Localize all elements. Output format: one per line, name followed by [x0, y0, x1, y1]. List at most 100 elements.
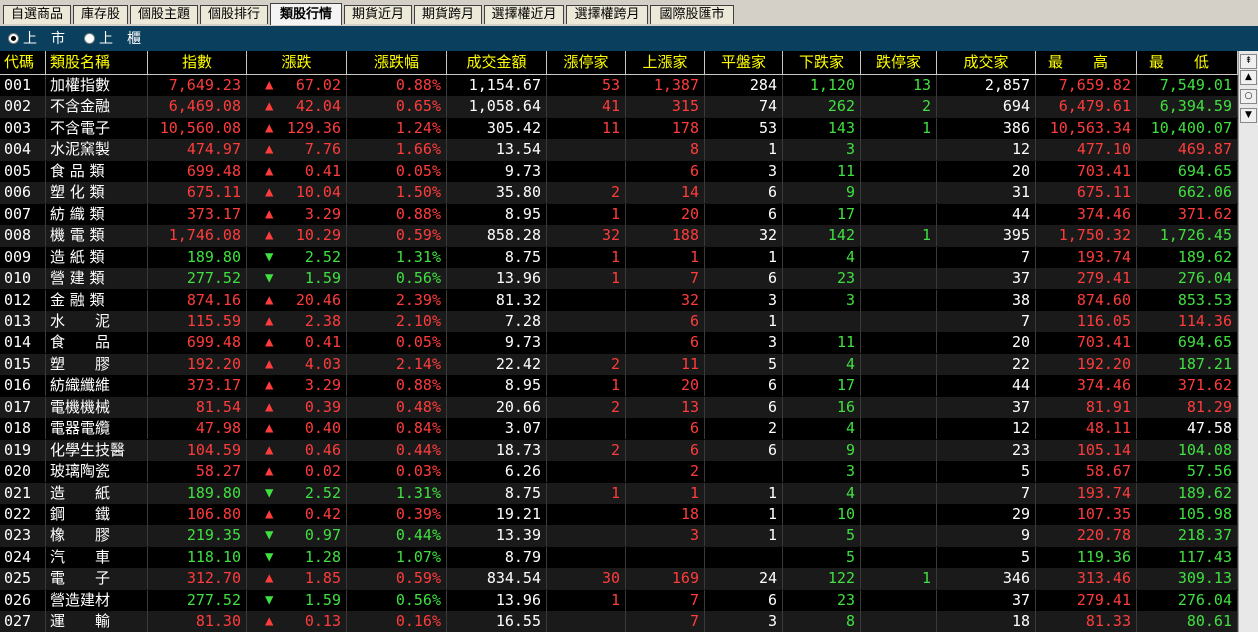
cell-index-value: 81.30 — [195, 612, 241, 631]
tab-international[interactable]: 國際股匯市 — [650, 5, 734, 24]
table-row[interactable]: 006 塑 化 類 675.11 ▲ 10.04 1.50% 35.80 2 14 6 9 31 675… — [0, 182, 1238, 204]
radio-otc-indicator[interactable] — [84, 32, 95, 44]
cell-limit-down-value: 1 — [921, 226, 931, 245]
tab-watchlist[interactable]: 自選商品 — [3, 5, 71, 24]
tab-inventory[interactable]: 庫存股 — [73, 5, 128, 24]
down-arrow-icon: ▼ — [265, 248, 274, 265]
cell-high: 374.46 — [1036, 375, 1137, 397]
cell-name-value: 塑 化 類 — [50, 183, 105, 202]
down-arrow-icon: ▼ — [265, 484, 274, 501]
col-header-amount[interactable]: 成交金額 — [447, 51, 547, 74]
radio-listed-indicator[interactable] — [8, 32, 19, 44]
scroll-down-icon[interactable]: ▼ — [1240, 108, 1257, 123]
scroll-top-icon[interactable]: ⇞ — [1240, 54, 1257, 69]
cell-code: 014 — [0, 332, 46, 354]
cell-up-value: 169 — [671, 569, 699, 588]
cell-change-value: 0.42 — [304, 505, 341, 523]
cell-traded: 346 — [937, 568, 1036, 590]
table-row[interactable]: 012 金 融 類 874.16 ▲ 20.46 2.39% 81.32 32 3 3 38 874.… — [0, 289, 1238, 311]
scroll-thumb-icon[interactable]: ○ — [1240, 89, 1257, 104]
cell-change-pct: 0.44% — [347, 525, 447, 547]
cell-limit-up — [547, 160, 626, 182]
table-row[interactable]: 017 電機機械 81.54 ▲ 0.39 0.48% 20.66 2 13 6 16 37 81.91… — [0, 396, 1238, 419]
scroll-up-icon[interactable]: ▲ — [1240, 70, 1257, 85]
col-header-low[interactable]: 最 低 — [1137, 51, 1238, 74]
cell-index-value: 104.59 — [186, 440, 241, 459]
tab-futures-near[interactable]: 期貨近月 — [344, 5, 412, 24]
cell-limit-down — [861, 353, 937, 375]
table-row[interactable]: 002 不含金融 6,469.08 ▲ 42.04 0.65% 1,058.64 41 315 7… — [0, 96, 1238, 118]
cell-down-value: 142 — [827, 226, 855, 245]
cell-change-value: 0.40 — [304, 419, 341, 438]
cell-limit-down — [861, 332, 937, 354]
cell-code-value: 014 — [4, 333, 32, 352]
col-header-index[interactable]: 指數 — [148, 51, 247, 74]
table-row[interactable]: 025 電 子 312.70 ▲ 1.85 0.59% 834.54 30 169 24 122 1 3… — [0, 568, 1238, 590]
cell-high: 81.91 — [1036, 396, 1137, 418]
table-row[interactable]: 024 汽 車 118.10 ▼ 1.28 1.07% 8.79 5 5 119.36 117.43 — [0, 546, 1238, 568]
vertical-scrollbar[interactable]: ⇞ ▲ ○ ▼ — [1238, 51, 1258, 632]
cell-index: 219.35 — [148, 525, 247, 547]
radio-listed[interactable]: 上 市 — [8, 30, 65, 47]
table-row[interactable]: 023 橡 膠 219.35 ▼ 0.97 0.44% 13.39 3 1 5 9 220.78 218… — [0, 525, 1238, 547]
cell-down-value: 3 — [845, 140, 855, 159]
table-row[interactable]: 009 造 紙 類 189.80 ▼ 2.52 1.31% 8.75 1 1 1 4 7 193.74 1… — [0, 246, 1238, 268]
col-header-traded[interactable]: 成交家 — [937, 51, 1036, 74]
table-row[interactable]: 019 化學生技醫 104.59 ▲ 0.46 0.44% 18.73 2 6 6 9 23 105.1… — [0, 439, 1238, 462]
tab-stock-theme[interactable]: 個股主題 — [130, 5, 198, 24]
cell-high-value: 116.05 — [1076, 311, 1131, 330]
tab-options-near[interactable]: 選擇權近月 — [484, 5, 564, 24]
col-header-name[interactable]: 類股名稱 — [46, 51, 148, 74]
cell-traded-value: 7 — [1020, 311, 1030, 330]
cell-flat: 1 — [705, 139, 783, 161]
table-row[interactable]: 018 電器電纜 47.98 ▲ 0.40 0.84% 3.07 6 2 4 12 48.11 47.5… — [0, 418, 1238, 440]
cell-flat-value: 6 — [767, 376, 777, 395]
cell-index: 58.27 — [148, 461, 247, 483]
table-row[interactable]: 026 營造建材 277.52 ▼ 1.59 0.56% 13.96 1 7 6 23 37 279.4… — [0, 589, 1238, 611]
table-row[interactable]: 014 食 品 699.48 ▲ 0.41 0.05% 9.73 6 3 11 20 703.41 69… — [0, 332, 1238, 354]
col-header-limit-up[interactable]: 漲停家 — [547, 51, 626, 74]
table-row[interactable]: 005 食 品 類 699.48 ▲ 0.41 0.05% 9.73 6 3 11 20 703.41… — [0, 160, 1238, 182]
col-header-limit-down[interactable]: 跌停家 — [861, 51, 937, 74]
cell-change-pct-value: 1.66% — [395, 140, 441, 159]
col-header-high[interactable]: 最 高 — [1036, 51, 1137, 74]
cell-down-value: 4 — [845, 354, 855, 373]
cell-index: 699.48 — [148, 332, 247, 354]
col-header-flat[interactable]: 平盤家 — [705, 51, 783, 74]
cell-high-value: 675.11 — [1076, 183, 1131, 202]
table-row[interactable]: 004 水泥窯製 474.97 ▲ 7.76 1.66% 13.54 8 1 3 12 477.10 4… — [0, 139, 1238, 161]
cell-amount: 8.75 — [447, 482, 547, 504]
table-row[interactable]: 016 紡織纖維 373.17 ▲ 3.29 0.88% 8.95 1 20 6 17 44 374.4… — [0, 375, 1238, 397]
cell-code-value: 013 — [4, 311, 32, 330]
col-header-up[interactable]: 上漲家 — [626, 51, 705, 74]
cell-traded-value: 5 — [1020, 547, 1030, 566]
table-row[interactable]: 013 水 泥 115.59 ▲ 2.38 2.10% 7.28 6 1 7 116.05 114.3… — [0, 310, 1238, 333]
cell-limit-up — [547, 525, 626, 547]
table-row[interactable]: 001 加權指數 7,649.23 ▲ 67.02 0.88% 1,154.67 53 1,38… — [0, 75, 1238, 96]
table-row[interactable]: 027 運 輸 81.30 ▲ 0.13 0.16% 16.55 7 3 8 18 81.33 80.6… — [0, 611, 1238, 632]
cell-up: 6 — [626, 439, 705, 461]
table-row[interactable]: 021 造 紙 189.80 ▼ 2.52 1.31% 8.75 1 1 1 4 7 193.74 189… — [0, 482, 1238, 504]
table-row[interactable]: 007 紡 織 類 373.17 ▲ 3.29 0.88% 8.95 1 20 6 17 44 374.… — [0, 203, 1238, 225]
table-row[interactable]: 022 鋼 鐵 106.80 ▲ 0.42 0.39% 19.21 18 1 10 29 107.35… — [0, 504, 1238, 525]
cell-change: ▲ 0.41 — [247, 160, 347, 182]
table-row[interactable]: 008 機 電 類 1,746.08 ▲ 10.29 0.59% 858.28 32 188 32… — [0, 225, 1238, 247]
col-header-code[interactable]: 代碼 — [0, 51, 46, 74]
tab-futures-spread[interactable]: 期貨跨月 — [414, 5, 482, 24]
tab-options-spread[interactable]: 選擇權跨月 — [566, 5, 648, 24]
radio-otc[interactable]: 上 櫃 — [84, 30, 141, 47]
cell-amount-value: 8.95 — [504, 204, 541, 223]
tab-sector-quotes[interactable]: 類股行情 — [270, 3, 342, 25]
table-row[interactable]: 020 玻璃陶瓷 58.27 ▲ 0.02 0.03% 6.26 2 3 5 58.67 57.56 — [0, 461, 1238, 483]
col-header-change[interactable]: 漲跌 — [247, 51, 347, 74]
col-header-down[interactable]: 下跌家 — [783, 51, 861, 74]
table-row[interactable]: 010 營 建 類 277.52 ▼ 1.59 0.56% 13.96 1 7 6 23 37 279.… — [0, 268, 1238, 290]
tab-stock-ranking[interactable]: 個股排行 — [200, 5, 268, 24]
cell-high: 105.14 — [1036, 439, 1137, 461]
cell-code-value: 010 — [4, 269, 32, 288]
cell-high-value: 477.10 — [1076, 140, 1131, 159]
col-header-change-pct[interactable]: 漲跌幅 — [347, 51, 447, 74]
table-row[interactable]: 003 不含電子 10,560.08 ▲ 129.36 1.24% 305.42 11 178 5… — [0, 117, 1238, 139]
cell-traded-value: 20 — [1011, 333, 1030, 352]
table-row[interactable]: 015 塑 膠 192.20 ▲ 4.03 2.14% 22.42 2 11 5 4 22 192.20… — [0, 353, 1238, 376]
